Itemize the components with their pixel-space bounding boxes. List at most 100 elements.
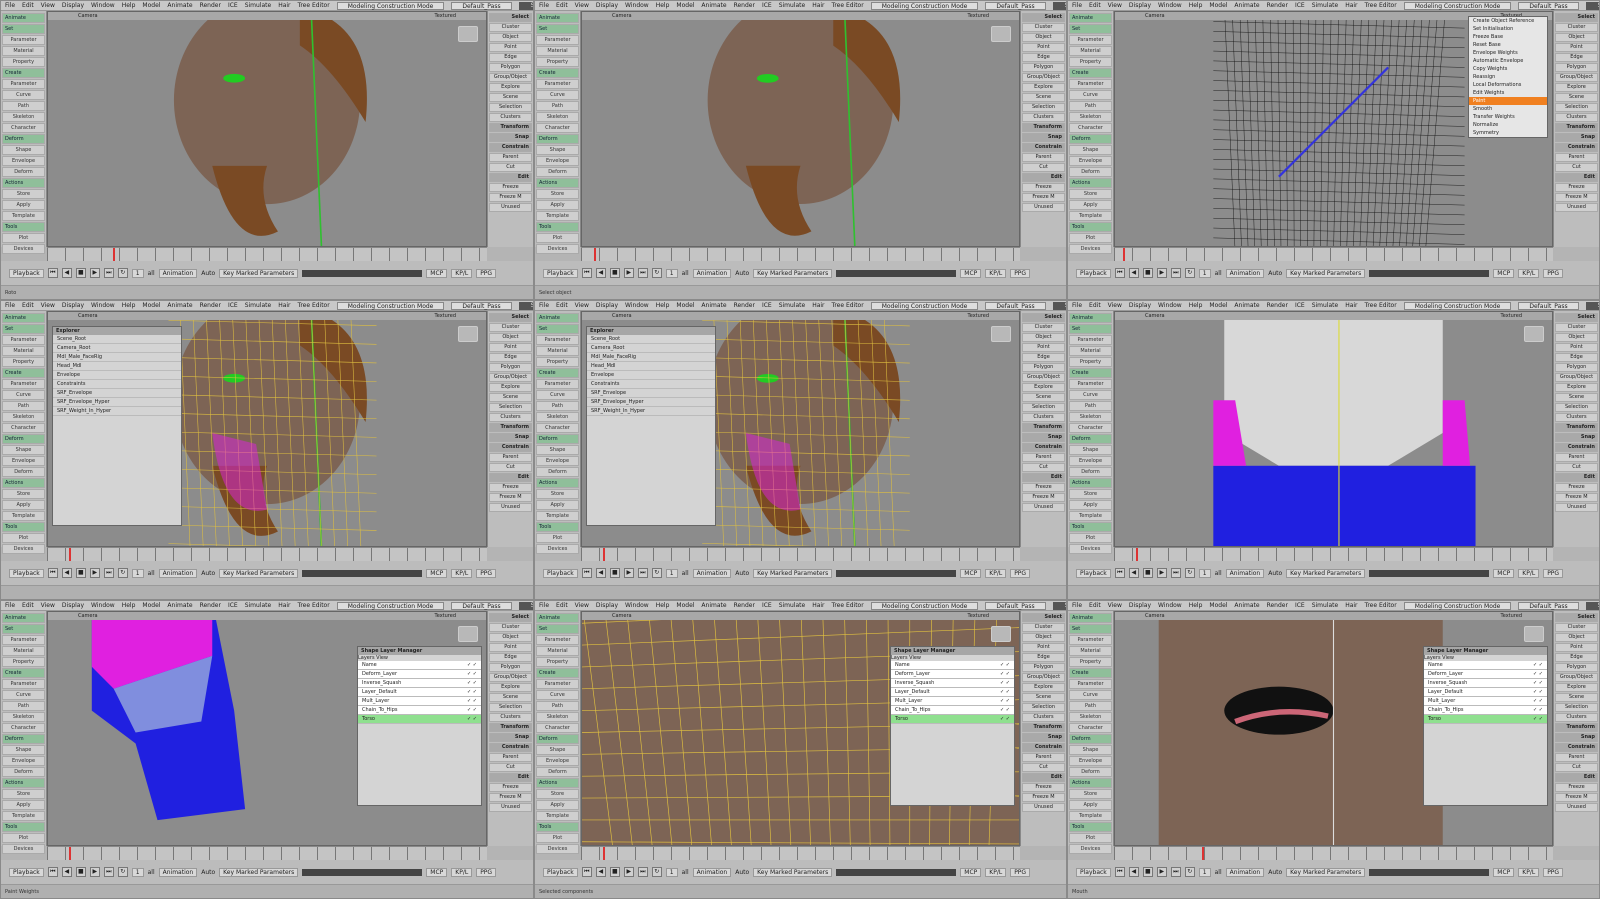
shape-layer-manager[interactable]: Shape Layer Manager Layers View Name ✓ ✓ Def… xyxy=(357,646,482,806)
toolbar-button[interactable]: Cluster xyxy=(1555,23,1598,32)
playback-bar[interactable]: Playback ⏮ ◀ ■ ▶ ⏭ ↻ 1 all Animation Auto Key Marke… xyxy=(1068,261,1599,285)
shading-menu[interactable]: Textured xyxy=(968,612,989,620)
toolbar-button[interactable]: Group/Object xyxy=(489,673,532,682)
viewport[interactable]: Camera Textured Explorer Scene_Root Camera_R… xyxy=(581,311,1020,547)
toolbar-button[interactable]: Point xyxy=(1555,643,1598,652)
layer-row[interactable]: Inverse_Squash ✓ ✓ xyxy=(358,679,481,688)
view-cube-icon[interactable] xyxy=(458,26,478,42)
playback-button-icon[interactable]: ↻ xyxy=(117,568,128,578)
toolbar-button[interactable]: Actions xyxy=(1069,478,1112,488)
toolbar-button[interactable]: Material xyxy=(1069,46,1112,56)
left-toolbar[interactable]: Animate Set Parameter Material Property Creat… xyxy=(535,11,581,254)
timeline[interactable] xyxy=(581,846,1020,860)
key-slider[interactable] xyxy=(836,269,957,277)
pass-dropdown[interactable]: Default_Pass xyxy=(1518,301,1579,310)
toolbar-button[interactable]: Parent xyxy=(1022,153,1065,162)
toolbar-button[interactable]: Actions xyxy=(2,778,45,788)
side-tab-ppg[interactable]: PPG xyxy=(1010,867,1031,877)
toolbar-button[interactable]: Scene xyxy=(489,393,532,402)
context-menu-item[interactable]: Transfer Weights xyxy=(1469,113,1547,121)
menu-item-file[interactable]: File xyxy=(539,302,549,309)
toolbar-button[interactable]: Selection xyxy=(1022,403,1065,412)
menu-item-view[interactable]: View xyxy=(1108,602,1122,609)
auto-key-label[interactable]: Auto xyxy=(201,869,215,876)
key-marked-parameters[interactable]: Key Marked Parameters xyxy=(1286,867,1366,877)
frame-field[interactable]: 1 xyxy=(1198,867,1211,877)
timeline[interactable] xyxy=(47,247,487,261)
playback-button-icon[interactable]: ⏭ xyxy=(637,867,648,877)
menu-item-help[interactable]: Help xyxy=(122,602,136,609)
timeline[interactable] xyxy=(47,846,487,860)
explorer-row[interactable]: Camera_Root xyxy=(53,344,181,353)
toolbar-button[interactable]: Group/Object xyxy=(1555,673,1598,682)
menu-item-edit[interactable]: Edit xyxy=(22,302,34,309)
toolbar-button[interactable]: Parent xyxy=(489,453,532,462)
menu-item-simulate[interactable]: Simulate xyxy=(245,302,272,309)
menu-item-animate[interactable]: Animate xyxy=(167,602,192,609)
toolbar-button[interactable]: Group/Object xyxy=(1555,73,1598,82)
toolbar-button[interactable]: Freeze xyxy=(1022,483,1065,492)
toolbar-button[interactable]: Devices xyxy=(536,844,579,854)
toolbar-button[interactable]: Point xyxy=(1022,43,1065,52)
toolbar-button[interactable]: Plot xyxy=(536,533,579,543)
explorer-row[interactable]: SRF_Envelope xyxy=(587,389,715,398)
viewport[interactable]: CameraTexturedCreate Object ReferenceSet… xyxy=(1114,11,1553,247)
toolbar-button[interactable]: Deform xyxy=(2,467,45,477)
viewport-header[interactable]: Camera Textured xyxy=(48,312,486,320)
side-tab-mcp[interactable]: MCP xyxy=(1493,867,1515,877)
auto-key-label[interactable]: Auto xyxy=(1268,570,1282,577)
toolbar-button[interactable]: Shape xyxy=(536,445,579,455)
left-toolbar[interactable]: Animate Set Parameter Material Property Creat… xyxy=(1,11,47,254)
layer-name[interactable]: Mult_Layer xyxy=(362,698,389,704)
camera-menu[interactable]: Camera xyxy=(1145,12,1165,20)
toolbar-button[interactable]: Freeze xyxy=(489,783,532,792)
side-tab-kpl[interactable]: KP/L xyxy=(985,867,1007,877)
pass-dropdown[interactable]: Default_Pass xyxy=(985,601,1046,610)
toolbar-button[interactable]: Snap xyxy=(1022,733,1065,742)
playback-label[interactable]: Playback xyxy=(1076,268,1111,278)
camera-menu[interactable]: Camera xyxy=(1145,612,1165,620)
playback-button-icon[interactable]: ■ xyxy=(1142,568,1153,578)
menu-bar[interactable]: File Edit View Display Window Help Model Animat… xyxy=(535,1,1066,11)
layer-row[interactable]: Mult_Layer ✓ ✓ xyxy=(1424,697,1547,706)
playback-button-icon[interactable]: ◀ xyxy=(1128,867,1139,877)
side-tab-mcp[interactable]: MCP xyxy=(426,268,448,278)
side-tab-kpl[interactable]: KP/L xyxy=(985,268,1007,278)
scene-search-input[interactable]: Scene Search xyxy=(1052,1,1066,10)
viewport[interactable]: Camera Textured xyxy=(581,11,1020,247)
menu-item-help[interactable]: Help xyxy=(1189,302,1203,309)
menu-item-tree-editor[interactable]: Tree Editor xyxy=(1365,602,1397,609)
menu-bar[interactable]: File Edit View Display Window Help Model Animat… xyxy=(535,301,1066,311)
context-menu-item[interactable]: Reassign xyxy=(1469,73,1547,81)
toolbar-button[interactable]: Tools xyxy=(2,522,45,532)
toolbar-button[interactable]: Constrain xyxy=(1022,443,1065,452)
menu-item-display[interactable]: Display xyxy=(62,2,84,9)
toolbar-button[interactable]: Plot xyxy=(2,533,45,543)
animation-button[interactable]: Animation xyxy=(692,568,732,578)
menu-item-simulate[interactable]: Simulate xyxy=(245,602,272,609)
menu-item-animate[interactable]: Animate xyxy=(167,302,192,309)
menu-item-simulate[interactable]: Simulate xyxy=(245,2,272,9)
menu-item-simulate[interactable]: Simulate xyxy=(1312,302,1339,309)
toolbar-button[interactable]: Store xyxy=(1069,489,1112,499)
menu-item-display[interactable]: Display xyxy=(1129,602,1151,609)
toolbar-button[interactable]: Deform xyxy=(536,434,579,444)
toolbar-button[interactable]: Polygon xyxy=(1022,363,1065,372)
toolbar-button[interactable]: Edge xyxy=(489,53,532,62)
toolbar-button[interactable]: Freeze xyxy=(489,483,532,492)
playback-button-icon[interactable]: ◀ xyxy=(61,268,72,278)
toolbar-button[interactable]: Curve xyxy=(2,690,45,700)
menu-item-window[interactable]: Window xyxy=(1158,302,1182,309)
viewport-header[interactable]: Camera Textured xyxy=(48,612,486,620)
toolbar-button[interactable]: Constrain xyxy=(1022,743,1065,752)
key-marked-parameters[interactable]: Key Marked Parameters xyxy=(1286,268,1366,278)
timeline[interactable] xyxy=(1114,247,1553,261)
playback-button-icon[interactable]: ⏮ xyxy=(1114,568,1125,578)
toolbar-button[interactable]: Explore xyxy=(1022,683,1065,692)
toolbar-button[interactable]: Apply xyxy=(2,800,45,810)
side-tab-mcp[interactable]: MCP xyxy=(426,568,448,578)
right-toolbar[interactable]: Select Cluster Object Point Edge Polygon Group… xyxy=(487,611,533,846)
toolbar-button[interactable]: Apply xyxy=(2,200,45,210)
toolbar-button[interactable]: Object xyxy=(489,333,532,342)
layer-row[interactable]: Layer_Default ✓ ✓ xyxy=(891,688,1014,697)
